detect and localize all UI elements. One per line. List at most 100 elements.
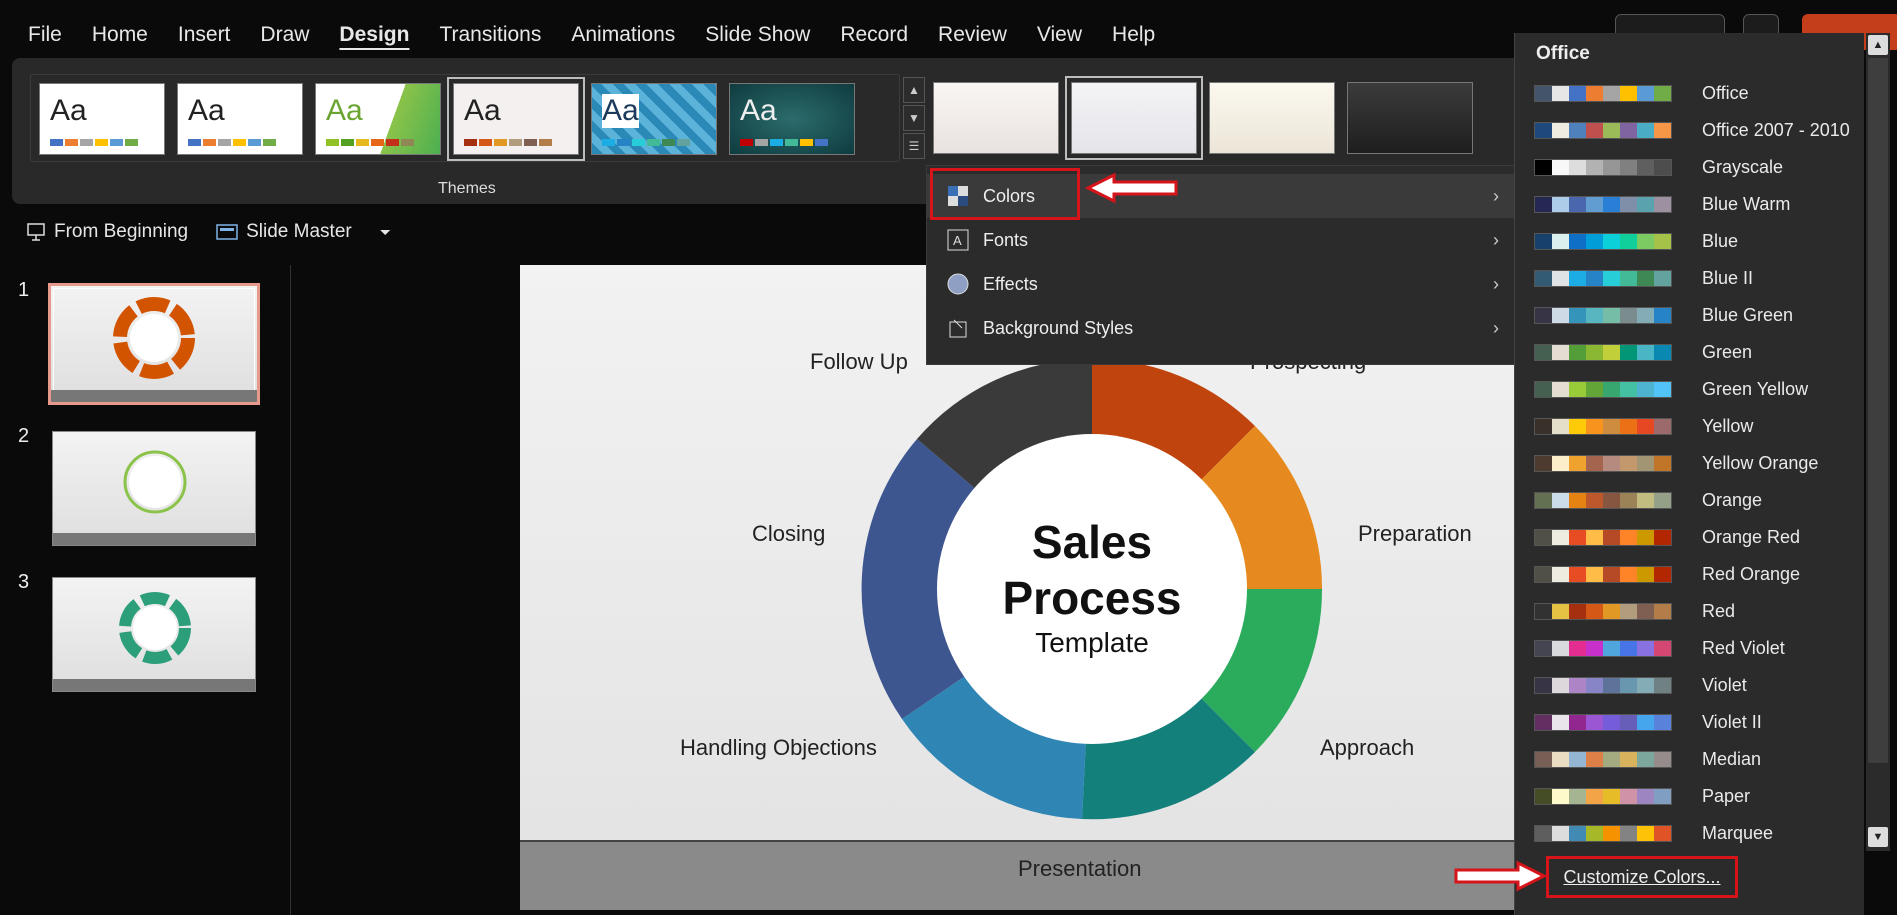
theme-office[interactable]: Aa bbox=[39, 83, 165, 155]
color-swatch bbox=[1535, 715, 1552, 730]
theme-color-bars bbox=[188, 139, 276, 146]
tab-draw[interactable]: Draw bbox=[260, 23, 309, 47]
tab-review[interactable]: Review bbox=[938, 23, 1007, 47]
color-scheme-option[interactable]: Green bbox=[1534, 334, 1864, 371]
color-scheme-option[interactable]: Blue bbox=[1534, 223, 1864, 260]
color-scheme-option[interactable]: Median bbox=[1534, 741, 1864, 778]
color-scheme-option[interactable]: Green Yellow bbox=[1534, 371, 1864, 408]
color-swatch bbox=[1654, 567, 1671, 582]
tab-help[interactable]: Help bbox=[1112, 23, 1155, 47]
color-swatch bbox=[1569, 86, 1586, 101]
color-panel-heading: Office bbox=[1536, 43, 1590, 64]
color-swatch bbox=[1569, 123, 1586, 138]
color-swatch bbox=[1654, 86, 1671, 101]
slide-subtitle: Template bbox=[1035, 627, 1149, 658]
menu-item-label: Background Styles bbox=[983, 317, 1134, 338]
color-swatch bbox=[1535, 604, 1552, 619]
color-scheme-option[interactable]: Marquee bbox=[1534, 815, 1864, 852]
color-swatch bbox=[1654, 530, 1671, 545]
menu-item-effects[interactable]: Effects › bbox=[927, 262, 1515, 306]
theme-facet[interactable]: Aa bbox=[315, 83, 441, 155]
color-scheme-option[interactable]: Grayscale bbox=[1534, 149, 1864, 186]
slide-thumbnail-1[interactable] bbox=[48, 283, 260, 405]
theme-pattern[interactable]: Aa bbox=[591, 83, 717, 155]
slide-master-button[interactable]: Slide Master bbox=[216, 221, 352, 243]
color-scheme-option[interactable]: Red Violet bbox=[1534, 630, 1864, 667]
menu-item-fonts[interactable]: A Fonts › bbox=[927, 218, 1515, 262]
color-swatch bbox=[1620, 308, 1637, 323]
color-swatch-strip bbox=[1534, 566, 1672, 583]
gallery-up-icon[interactable]: ▲ bbox=[903, 77, 925, 103]
variant-1[interactable] bbox=[933, 82, 1059, 154]
color-swatch bbox=[1586, 234, 1603, 249]
color-swatch bbox=[1620, 234, 1637, 249]
variant-3[interactable] bbox=[1209, 82, 1335, 154]
color-swatch bbox=[1654, 715, 1671, 730]
color-swatch bbox=[1569, 493, 1586, 508]
color-swatch-strip bbox=[1534, 455, 1672, 472]
color-swatch bbox=[1586, 197, 1603, 212]
menu-item-background-styles[interactable]: Background Styles › bbox=[927, 306, 1515, 350]
color-swatch bbox=[1569, 308, 1586, 323]
gallery-down-icon[interactable]: ▼ bbox=[903, 105, 925, 131]
tab-insert[interactable]: Insert bbox=[178, 23, 231, 47]
from-beginning-button[interactable]: From Beginning bbox=[26, 221, 188, 243]
chevron-right-icon: › bbox=[1493, 273, 1499, 294]
color-swatch bbox=[1603, 641, 1620, 656]
color-swatch-strip bbox=[1534, 418, 1672, 435]
color-swatch bbox=[1620, 567, 1637, 582]
theme-dark-teal[interactable]: Aa bbox=[729, 83, 855, 155]
tab-slide-show[interactable]: Slide Show bbox=[705, 23, 810, 47]
color-scheme-option[interactable]: Yellow Orange bbox=[1534, 445, 1864, 482]
scroll-up-icon[interactable]: ▲ bbox=[1868, 35, 1888, 55]
color-scheme-option[interactable]: Orange bbox=[1534, 482, 1864, 519]
color-scheme-option[interactable]: Yellow bbox=[1534, 408, 1864, 445]
color-scheme-option[interactable]: Paper bbox=[1534, 778, 1864, 815]
color-scheme-name: Yellow Orange bbox=[1702, 453, 1819, 473]
variant-4[interactable] bbox=[1347, 82, 1473, 154]
color-scheme-option[interactable]: Red Orange bbox=[1534, 556, 1864, 593]
tab-transitions[interactable]: Transitions bbox=[439, 23, 541, 47]
scroll-down-icon[interactable]: ▼ bbox=[1868, 827, 1888, 847]
theme-current[interactable]: Aa bbox=[447, 77, 585, 161]
tab-record[interactable]: Record bbox=[840, 23, 908, 47]
color-scheme-option[interactable]: Office bbox=[1534, 75, 1864, 112]
customize-colors-button[interactable]: Customize Colors... bbox=[1546, 856, 1738, 898]
scrollbar-thumb[interactable] bbox=[1868, 58, 1888, 763]
color-scheme-option[interactable]: Blue Green bbox=[1534, 297, 1864, 334]
color-swatch-strip bbox=[1534, 825, 1672, 842]
color-swatch bbox=[1603, 826, 1620, 841]
color-swatch bbox=[1637, 345, 1654, 360]
color-swatch bbox=[1654, 604, 1671, 619]
color-swatch bbox=[1535, 160, 1552, 175]
color-swatch bbox=[1620, 419, 1637, 434]
tab-design[interactable]: Design bbox=[339, 23, 409, 47]
tab-view[interactable]: View bbox=[1037, 23, 1082, 47]
theme-2[interactable]: Aa bbox=[177, 83, 303, 155]
color-swatch bbox=[1535, 530, 1552, 545]
color-swatch bbox=[1586, 567, 1603, 582]
gallery-more-icon[interactable]: ☰ bbox=[903, 133, 925, 159]
slide-thumbnail-3[interactable] bbox=[52, 577, 256, 692]
color-swatch bbox=[1654, 678, 1671, 693]
effects-icon bbox=[947, 273, 969, 295]
presentation-icon bbox=[27, 223, 45, 241]
tab-animations[interactable]: Animations bbox=[571, 23, 675, 47]
color-swatch bbox=[1654, 271, 1671, 286]
color-scheme-option[interactable]: Violet II bbox=[1534, 704, 1864, 741]
color-swatch-strip bbox=[1534, 307, 1672, 324]
color-scheme-option[interactable]: Orange Red bbox=[1534, 519, 1864, 556]
theme-preview-text: Aa bbox=[464, 94, 501, 127]
color-scheme-name: Blue bbox=[1702, 231, 1739, 251]
color-scheme-option[interactable]: Violet bbox=[1534, 667, 1864, 704]
variant-2[interactable] bbox=[1065, 76, 1203, 160]
color-scheme-option[interactable]: Office 2007 - 2010 bbox=[1534, 112, 1864, 149]
slide-thumbnail-2[interactable] bbox=[52, 431, 256, 546]
tab-home[interactable]: Home bbox=[92, 23, 148, 47]
color-scheme-option[interactable]: Red bbox=[1534, 593, 1864, 630]
color-scheme-option[interactable]: Blue Warm bbox=[1534, 186, 1864, 223]
customize-qat-icon[interactable]: ⏷ bbox=[380, 224, 391, 241]
label-preparation: Preparation bbox=[1358, 521, 1472, 546]
color-scheme-option[interactable]: Blue II bbox=[1534, 260, 1864, 297]
tab-file[interactable]: File bbox=[28, 23, 62, 47]
